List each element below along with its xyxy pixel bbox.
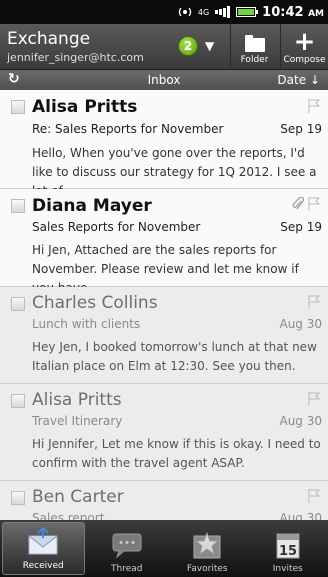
flag-icon[interactable] xyxy=(308,489,320,503)
status-bar: 4G 10:42 AM xyxy=(0,0,328,24)
compose-icon: + xyxy=(293,27,316,57)
message-preview: Hey Jen, I booked tomorrow's lunch at th… xyxy=(32,340,317,373)
sort-label: Date xyxy=(277,73,307,87)
tab-favorites[interactable]: Favorites xyxy=(167,520,248,577)
inbox-subbar: ↻ Inbox Date ↓ xyxy=(0,70,328,90)
compose-button[interactable]: + Compose xyxy=(280,24,328,70)
folder-button[interactable]: Folder xyxy=(230,24,278,70)
wifi-icon xyxy=(178,6,192,18)
message-item[interactable]: Ben Carter Sales report Aug 30 xyxy=(0,481,328,520)
message-subject: Travel Itinerary xyxy=(32,414,123,428)
mail-header: Exchange jennifer_singer@htc.com 2 ▼ Fol… xyxy=(0,24,328,70)
clock: 10:42 AM xyxy=(262,5,324,20)
sort-button[interactable]: Date ↓ xyxy=(277,73,320,87)
message-date: Aug 30 xyxy=(279,511,322,520)
sort-arrow-icon: ↓ xyxy=(309,73,320,87)
signal-strength-icon xyxy=(215,6,231,18)
folder-icon xyxy=(244,35,265,52)
compose-button-label: Compose xyxy=(283,55,326,65)
message-subject: Lunch with clients xyxy=(32,317,141,331)
message-date: Sep 19 xyxy=(280,220,322,234)
clock-ampm: AM xyxy=(308,8,324,19)
flag-icon[interactable] xyxy=(308,295,320,309)
message-item[interactable]: Alisa Pritts Re: Sales Reports for Novem… xyxy=(0,90,328,198)
network-indicator: 4G xyxy=(197,7,210,17)
tab-thread-label: Thread xyxy=(111,564,143,574)
message-checkbox[interactable] xyxy=(11,100,25,114)
message-checkbox[interactable] xyxy=(11,394,25,408)
message-sender: Alisa Pritts xyxy=(32,97,138,117)
message-preview: Hi Jennifer, Let me know if this is okay… xyxy=(32,437,321,470)
message-sender: Ben Carter xyxy=(32,487,124,507)
flag-icon[interactable] xyxy=(308,392,320,406)
star-icon xyxy=(193,531,221,559)
message-date: Aug 30 xyxy=(279,317,322,331)
tab-invites[interactable]: 15 Invites xyxy=(248,520,328,577)
calendar-day: 15 xyxy=(279,544,297,559)
message-sender: Alisa Pritts xyxy=(32,390,122,410)
message-list[interactable]: Alisa Pritts Re: Sales Reports for Novem… xyxy=(0,90,328,520)
flag-icon[interactable] xyxy=(308,197,320,211)
calendar-icon: 15 xyxy=(276,533,300,559)
folder-button-label: Folder xyxy=(240,55,269,65)
clock-time: 10:42 xyxy=(262,4,304,20)
message-checkbox[interactable] xyxy=(11,297,25,311)
account-email[interactable]: jennifer_singer@htc.com xyxy=(7,51,144,64)
message-sender: Charles Collins xyxy=(32,293,158,313)
message-date: Aug 30 xyxy=(279,414,322,428)
unread-count-badge: 2 xyxy=(178,36,198,56)
account-dropdown-icon[interactable]: ▼ xyxy=(205,39,214,53)
message-sender: Diana Mayer xyxy=(32,196,152,216)
message-date: Sep 19 xyxy=(280,122,322,136)
tab-received-label: Received xyxy=(22,561,64,571)
flag-icon[interactable] xyxy=(308,99,320,113)
battery-icon xyxy=(236,7,259,17)
message-subject: Sales report xyxy=(32,511,105,520)
message-subject: Sales Reports for November xyxy=(32,220,201,234)
message-checkbox[interactable] xyxy=(11,491,25,505)
thread-icon xyxy=(112,533,142,559)
bottom-tab-bar: Received Thread Favorites 15 Invites xyxy=(0,520,328,577)
tab-favorites-label: Favorites xyxy=(186,564,228,574)
message-checkbox[interactable] xyxy=(11,199,25,213)
attachment-icon xyxy=(292,197,304,210)
message-item[interactable]: Diana Mayer Sales Reports for November S… xyxy=(0,189,328,295)
account-name[interactable]: Exchange xyxy=(7,29,90,49)
tab-invites-label: Invites xyxy=(272,564,303,574)
tab-thread[interactable]: Thread xyxy=(87,520,168,577)
message-subject: Re: Sales Reports for November xyxy=(32,122,224,136)
envelope-icon xyxy=(28,527,58,555)
tab-received[interactable]: Received xyxy=(2,522,85,575)
message-item[interactable]: Alisa Pritts Travel Itinerary Aug 30 Hi … xyxy=(0,384,328,481)
message-item[interactable]: Charles Collins Lunch with clients Aug 3… xyxy=(0,287,328,384)
